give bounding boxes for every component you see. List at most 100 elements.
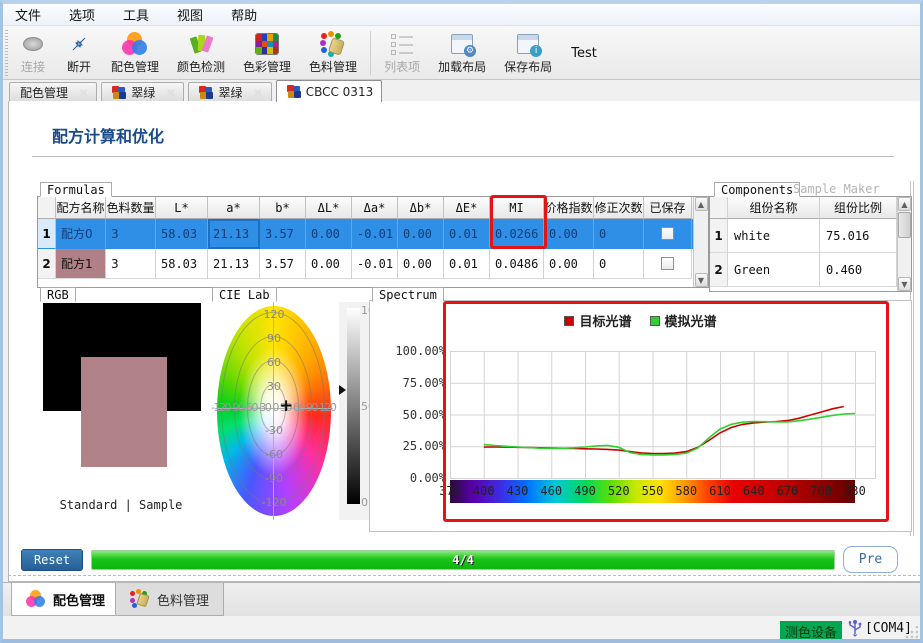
- component-row-0[interactable]: 1 white 75.016: [710, 219, 897, 253]
- scroll-down-icon[interactable]: ▼: [898, 277, 911, 291]
- toolbar-separator: [370, 31, 371, 75]
- menu-view[interactable]: 视图: [177, 5, 203, 24]
- focused-cell[interactable]: 21.13: [208, 219, 260, 249]
- col-db[interactable]: Δb*: [398, 197, 444, 219]
- status-bar: 测色设备 [COM4]: [3, 616, 920, 643]
- formula-row-0[interactable]: 1 配方0 3 58.03 21.13 3.57 0.00 -0.01 0.00…: [38, 219, 693, 249]
- lightness-gradient-bar[interactable]: [347, 308, 360, 504]
- connect-icon: [19, 30, 47, 58]
- device-status-badge: 测色设备: [780, 621, 842, 642]
- pigment-manage-icon: [319, 30, 347, 58]
- menu-bar: 文件 选项 工具 视图 帮助: [3, 4, 920, 26]
- y-tick-label: 0.00%: [374, 471, 446, 485]
- document-tab-row: 配色管理 × 翠绿 × 翠绿 × CBCC 0313: [3, 80, 920, 102]
- pigment-manage-button[interactable]: 色料管理: [300, 28, 366, 78]
- sample-maker-tab[interactable]: Sample Maker: [787, 182, 886, 197]
- pre-button[interactable]: Pre: [843, 546, 898, 573]
- col-a[interactable]: a*: [208, 197, 260, 219]
- cielab-panel: 120 90 60 30 -30 -60 -90 -120 -120-90-60…: [209, 300, 369, 525]
- footer-separator: [8, 575, 921, 576]
- y-tick-label: 50.00%: [374, 408, 446, 422]
- col-saved[interactable]: 已保存: [644, 197, 692, 219]
- list-items-button: 列表项: [375, 28, 429, 78]
- col-b[interactable]: b*: [260, 197, 306, 219]
- col-price-index[interactable]: 价格指数: [544, 197, 594, 219]
- rgb-group-label: RGB: [40, 287, 76, 302]
- color-manage-button[interactable]: 色彩管理: [234, 28, 300, 78]
- cielab-a-axis-labels: -120-90-60-30 0 30 60 90 120: [211, 401, 341, 414]
- lightness-marker-icon: [339, 385, 346, 395]
- disconnect-button[interactable]: 断开: [56, 28, 102, 78]
- pigment-manage-icon: [130, 590, 150, 608]
- scroll-up-icon[interactable]: ▲: [695, 197, 708, 211]
- color-detect-button[interactable]: 颜色检测: [168, 28, 234, 78]
- formulas-group-label: Formulas: [40, 182, 112, 197]
- formula-color-swatch: 配方1: [56, 249, 106, 279]
- col-component-ratio[interactable]: 组份比例: [820, 197, 897, 219]
- save-layout-button[interactable]: i 保存布局: [495, 28, 561, 78]
- main-panel: 配方计算和优化 Formulas 配方名称 色料数量 L* a* b* ΔL* …: [8, 101, 921, 582]
- bottom-tab-color-matching[interactable]: 配色管理: [11, 583, 120, 616]
- scroll-down-icon[interactable]: ▼: [695, 273, 708, 287]
- components-table: 组份名称 组份比例 1 white 75.016 2 Green 0.460 ▲…: [709, 196, 912, 292]
- rgb-caption: Standard | Sample: [37, 498, 205, 512]
- close-icon[interactable]: ×: [253, 86, 262, 99]
- progress-bar: 4/4: [91, 550, 835, 570]
- load-layout-icon: ⚙: [448, 30, 476, 58]
- resize-grip-icon[interactable]: [904, 626, 918, 640]
- col-da[interactable]: Δa*: [352, 197, 398, 219]
- saved-checkbox[interactable]: [661, 257, 674, 270]
- formulas-scrollbar[interactable]: ▲ ▼: [693, 197, 708, 287]
- color-detect-icon: [187, 30, 215, 58]
- components-scrollbar[interactable]: ▲ ▼: [897, 197, 911, 291]
- tab-cbcc-0313[interactable]: CBCC 0313: [276, 80, 383, 102]
- col-colorant-count[interactable]: 色料数量: [106, 197, 156, 219]
- page-title: 配方计算和优化: [52, 123, 164, 147]
- puzzle-icon: [287, 85, 301, 98]
- scroll-thumb[interactable]: [898, 212, 911, 238]
- app-window: 文件 选项 工具 视图 帮助 连接 断开 配色管理 颜色检测: [0, 0, 923, 643]
- save-layout-icon: i: [514, 30, 542, 58]
- components-header-row: 组份名称 组份比例: [710, 197, 897, 219]
- col-formula-name[interactable]: 配方名称: [56, 197, 106, 219]
- reset-button[interactable]: Reset: [21, 549, 83, 571]
- close-icon[interactable]: ×: [79, 86, 88, 99]
- menu-options[interactable]: 选项: [69, 5, 95, 24]
- col-fix-count[interactable]: 修正次数: [594, 197, 644, 219]
- spectrum-annotation-box: [443, 301, 889, 522]
- toolbar: 连接 断开 配色管理 颜色检测 色彩管理: [3, 26, 920, 80]
- menu-help[interactable]: 帮助: [231, 5, 257, 24]
- tab-color-matching[interactable]: 配色管理 ×: [9, 82, 97, 102]
- spectrum-group-label: Spectrum: [372, 287, 444, 302]
- sample-position-marker: +: [279, 396, 293, 416]
- tab-cuilv-1[interactable]: 翠绿 ×: [101, 82, 184, 102]
- bottom-tab-pigment-manage[interactable]: 色料管理: [115, 583, 224, 616]
- saved-checkbox[interactable]: [661, 227, 674, 240]
- y-tick-label: 25.00%: [374, 439, 446, 453]
- formulas-header-row: 配方名称 色料数量 L* a* b* ΔL* Δa* Δb* ΔE* MI 价格…: [38, 197, 693, 219]
- col-dE[interactable]: ΔE*: [444, 197, 490, 219]
- mi-annotation-box: [490, 195, 547, 249]
- col-component-name[interactable]: 组份名称: [728, 197, 820, 219]
- menu-file[interactable]: 文件: [15, 5, 41, 24]
- col-dL[interactable]: ΔL*: [306, 197, 352, 219]
- toolbar-grip[interactable]: [5, 30, 8, 76]
- y-tick-label: 75.00%: [374, 376, 446, 390]
- tab-cuilv-2[interactable]: 翠绿 ×: [188, 82, 271, 102]
- title-rule: [32, 156, 894, 157]
- close-icon[interactable]: ×: [166, 86, 175, 99]
- cielab-group-label: CIE Lab: [212, 287, 277, 302]
- test-label[interactable]: Test: [561, 28, 607, 78]
- color-matching-icon: [26, 590, 46, 608]
- y-tick-label: 100.00%: [374, 344, 446, 358]
- color-matching-icon: [121, 30, 149, 58]
- menu-tools[interactable]: 工具: [123, 5, 149, 24]
- color-matching-button[interactable]: 配色管理: [102, 28, 168, 78]
- component-row-1[interactable]: 2 Green 0.460: [710, 253, 897, 287]
- formulas-table: 配方名称 色料数量 L* a* b* ΔL* Δa* Δb* ΔE* MI 价格…: [37, 196, 709, 288]
- scroll-up-icon[interactable]: ▲: [898, 197, 911, 211]
- col-L[interactable]: L*: [156, 197, 208, 219]
- load-layout-button[interactable]: ⚙ 加载布局: [429, 28, 495, 78]
- rgb-preview-panel: Standard | Sample: [37, 300, 205, 520]
- formula-row-1[interactable]: 2 配方1 3 58.03 21.13 3.57 0.00 -0.01 0.00…: [38, 249, 693, 279]
